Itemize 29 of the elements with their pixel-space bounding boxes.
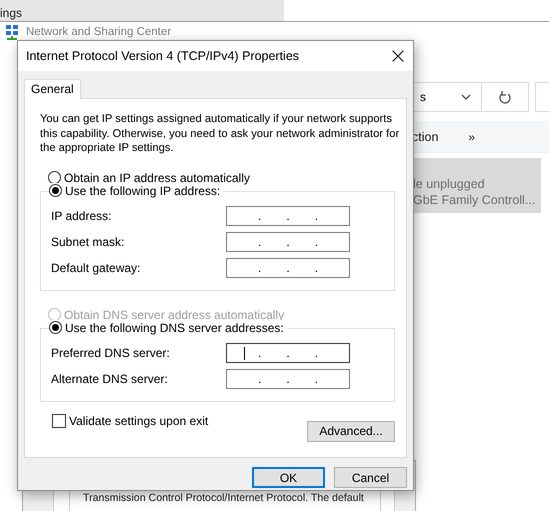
close-button[interactable]: × xyxy=(383,41,413,71)
refresh-icon xyxy=(499,90,511,104)
checkbox-option[interactable]: Validate settings upon exit xyxy=(52,414,208,428)
chevron-down-icon xyxy=(461,94,471,100)
search-field[interactable] xyxy=(535,82,549,112)
field-label: IP address: xyxy=(51,208,112,222)
field-label: Subnet mask: xyxy=(51,234,126,248)
tab[interactable]: General xyxy=(24,79,81,99)
description-text: You can get IP settings assigned automatically if your network supports this capability. Otherwise, you need to ask your network administrator for the appropriate IP settings. xyxy=(40,112,400,156)
dialog-title: Internet Protocol Version 4 (TCP/IPv4) Properties xyxy=(26,49,300,63)
refresh-button[interactable] xyxy=(481,82,529,112)
field-label: Default gateway: xyxy=(51,260,142,274)
input-field[interactable]: . . . xyxy=(226,232,350,252)
field-label: Preferred DNS server: xyxy=(51,346,171,360)
cancel-button[interactable]: Cancel xyxy=(334,467,407,488)
input-field[interactable]: . . . xyxy=(226,258,350,278)
input-field[interactable]: . . . xyxy=(226,342,350,362)
input-field[interactable]: . . . xyxy=(226,206,350,226)
window-title: ings xyxy=(0,6,22,20)
window-title: Network and Sharing Center xyxy=(26,25,172,39)
field-label: Alternate DNS server: xyxy=(51,372,169,386)
input-field[interactable]: . . . xyxy=(226,368,350,388)
ok-button[interactable]: OK xyxy=(252,467,325,488)
radio-option[interactable]: Use the following DNS server addresses: xyxy=(49,320,287,336)
advanced-button[interactable]: Advanced... xyxy=(307,420,395,442)
network-icon xyxy=(5,24,19,40)
radio-option[interactable]: Use the following IP address: xyxy=(49,182,224,198)
more-button[interactable]: » xyxy=(468,130,476,144)
description-text: Transmission Control Protocol/Internet Protocol. The default xyxy=(83,492,364,505)
